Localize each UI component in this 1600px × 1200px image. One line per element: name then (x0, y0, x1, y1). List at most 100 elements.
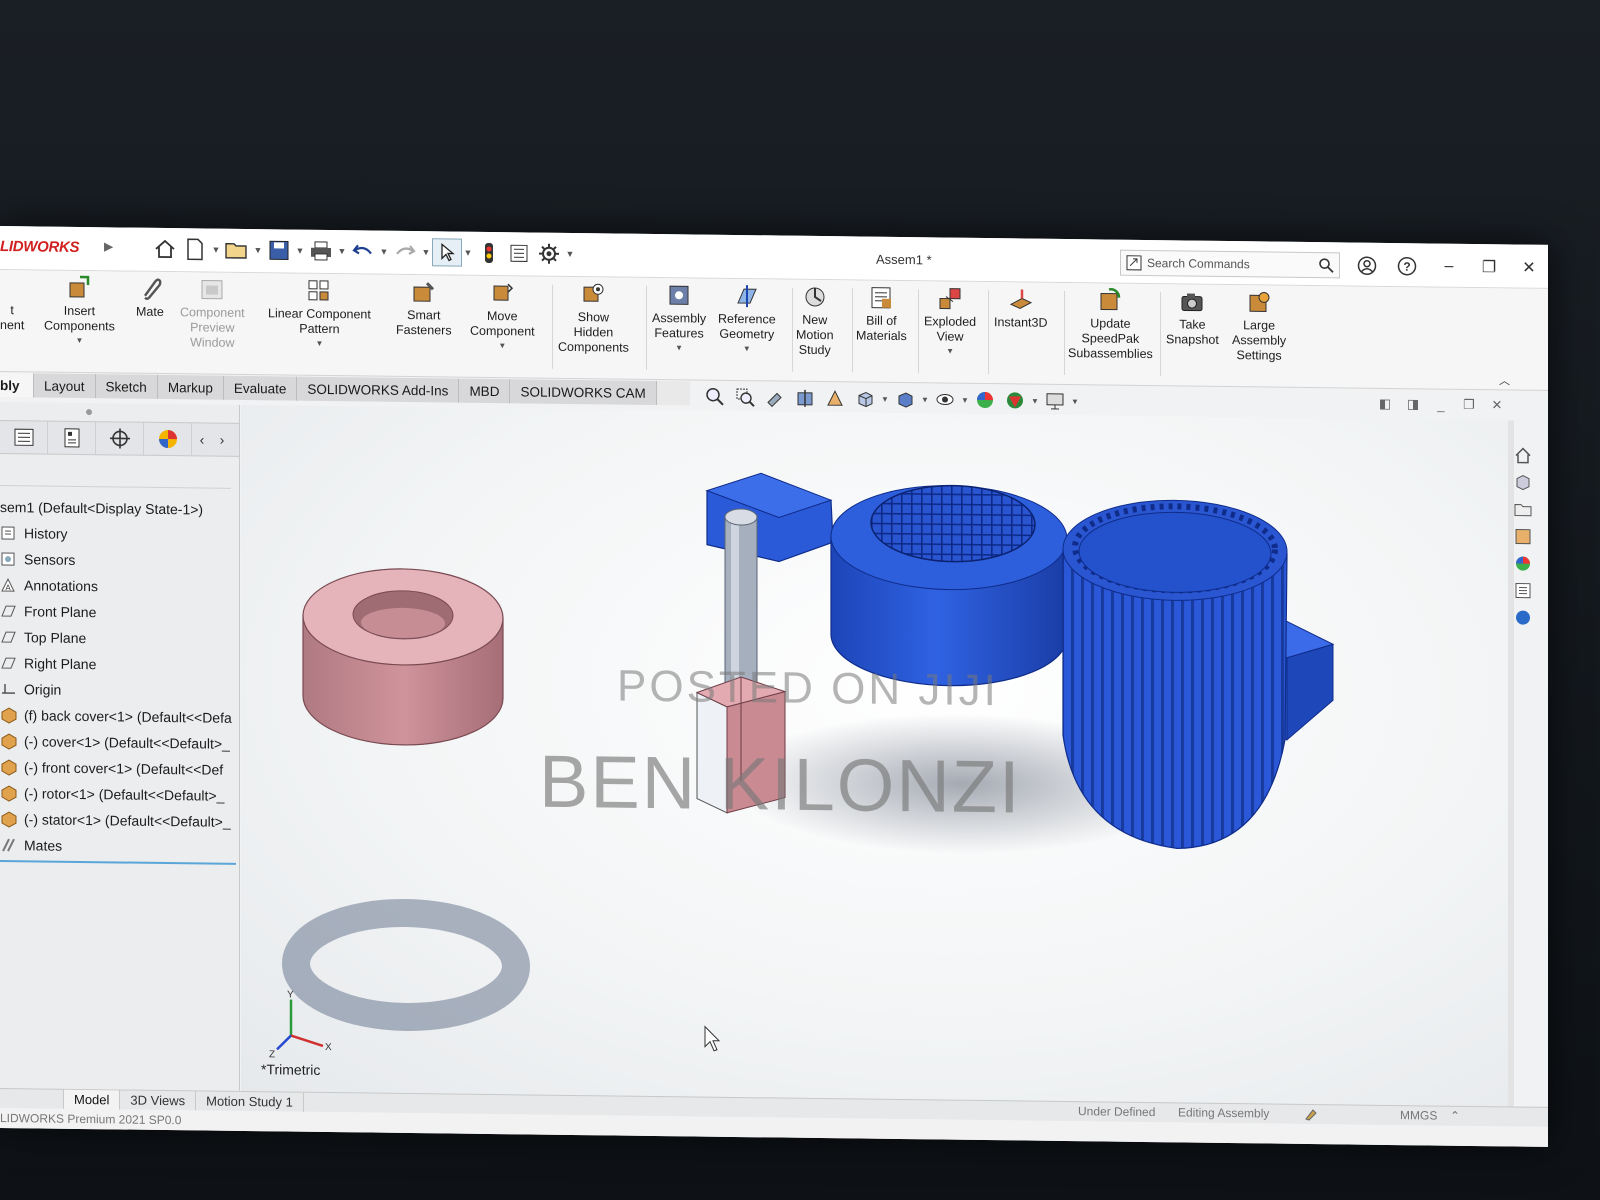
search-commands[interactable]: Search Commands (1120, 249, 1340, 279)
redo-icon[interactable] (390, 238, 420, 266)
tree-component-cover[interactable]: (-) cover<1> (Default<<Default>_ (0, 728, 239, 757)
feature-manager-tab-icon[interactable] (0, 421, 48, 454)
section-view-icon[interactable] (790, 386, 820, 410)
tree-item-history[interactable]: History (0, 520, 239, 549)
split-right-icon[interactable]: ◨ (1402, 395, 1424, 413)
chevron-down-icon[interactable]: ▼ (336, 246, 348, 256)
linear-component-pattern-button[interactable]: Linear Component Pattern ▼ (268, 277, 371, 348)
display-style-icon[interactable] (890, 387, 920, 411)
assembly-features-button[interactable]: Assembly Features ▼ (652, 282, 706, 353)
previous-view-icon[interactable] (760, 385, 790, 409)
design-library-icon[interactable] (1512, 471, 1534, 493)
component-preview-window-button[interactable]: Component Preview Window (180, 276, 245, 351)
tree-component-stator[interactable]: (-) stator<1> (Default<<Default>_ (0, 806, 239, 835)
chevron-down-icon[interactable]: ▼ (378, 247, 390, 257)
chevron-right-icon[interactable]: › (212, 432, 232, 448)
tree-item-sensors[interactable]: Sensors (0, 546, 239, 575)
chevron-down-icon[interactable]: ▼ (75, 336, 83, 345)
app-logo[interactable]: LIDWORKS (0, 238, 79, 256)
tab-layout[interactable]: Layout (34, 373, 96, 399)
user-account-icon[interactable] (1354, 255, 1380, 277)
tree-root-assembly[interactable]: sem1 (Default<Display State-1>) (0, 494, 239, 523)
chevron-down-icon[interactable]: ▼ (743, 344, 751, 353)
large-assembly-settings-button[interactable]: Large Assembly Settings (1232, 289, 1286, 364)
insert-components-button[interactable]: Insert Components ▼ (44, 275, 115, 346)
graphics-viewport[interactable]: Y X Z POSTED ON JIJI BEN KILONZI *Trimet… (241, 404, 1508, 1107)
search-input[interactable]: Search Commands (1147, 256, 1313, 272)
front-cover-part[interactable] (302, 568, 504, 746)
apply-scene-icon[interactable] (1000, 388, 1030, 412)
view-settings-icon[interactable] (1040, 389, 1070, 413)
chevron-down-icon[interactable]: ▼ (946, 347, 954, 356)
select-icon[interactable] (432, 238, 462, 267)
appearances-icon[interactable] (1512, 552, 1534, 574)
bill-of-materials-button[interactable]: Bill of Materials (856, 284, 907, 344)
display-manager-tab-icon[interactable] (144, 422, 192, 456)
open-folder-icon[interactable] (222, 236, 252, 264)
tab-assembly[interactable]: bly (0, 373, 34, 398)
collapse-ribbon-icon[interactable]: ︿ (1499, 372, 1510, 388)
stator-part[interactable] (1062, 499, 1335, 850)
new-motion-study-button[interactable]: New Motion Study (796, 284, 834, 358)
hide-show-items-icon[interactable] (930, 387, 960, 411)
exploded-view-button[interactable]: Exploded View ▼ (924, 285, 976, 356)
rebuild-icon[interactable] (474, 239, 504, 267)
tree-filter[interactable] (0, 458, 231, 489)
custom-properties-icon[interactable] (1512, 579, 1534, 601)
chevron-down-icon[interactable]: ▼ (920, 395, 930, 404)
tree-rollback-bar[interactable] (0, 860, 236, 865)
chevron-down-icon[interactable]: ▼ (252, 245, 264, 255)
tree-item-annotations[interactable]: A Annotations (0, 572, 239, 601)
home-icon[interactable] (150, 235, 180, 263)
ribbon-item-partial[interactable]: t nent (0, 274, 26, 333)
rebuild-status-icon[interactable] (1304, 1107, 1318, 1124)
tab-mbd[interactable]: MBD (459, 378, 511, 404)
tree-component-back-cover[interactable]: (f) back cover<1> (Default<<Defa (0, 702, 239, 731)
zoom-to-fit-icon[interactable] (700, 385, 730, 409)
restore-icon[interactable]: ❐ (1476, 256, 1502, 278)
tab-solidworks-cam[interactable]: SOLIDWORKS CAM (510, 379, 657, 406)
solidworks-forum-icon[interactable] (1512, 606, 1534, 628)
print-icon[interactable] (306, 237, 336, 265)
chevron-down-icon[interactable]: ▼ (420, 247, 432, 257)
tree-item-origin[interactable]: Origin (0, 676, 239, 705)
tab-markup[interactable]: Markup (157, 374, 224, 400)
tab-model[interactable]: Model (64, 1089, 121, 1110)
view-orientation-icon[interactable] (850, 386, 880, 410)
chevron-down-icon[interactable]: ▼ (1070, 397, 1080, 406)
chevron-down-icon[interactable]: ▼ (462, 248, 474, 258)
tree-item-right-plane[interactable]: Right Plane (0, 650, 239, 679)
show-hidden-components-button[interactable]: Show Hidden Components (558, 281, 629, 356)
move-component-button[interactable]: Move Component ▼ (470, 280, 535, 351)
tree-item-top-plane[interactable]: Top Plane (0, 624, 239, 653)
chevron-down-icon[interactable]: ▼ (210, 245, 222, 255)
zoom-to-area-icon[interactable] (730, 385, 760, 409)
tab-motion-study-1[interactable]: Motion Study 1 (196, 1090, 304, 1113)
view-palette-icon[interactable] (1512, 525, 1534, 547)
doc-minimize-icon[interactable]: _ (1430, 395, 1452, 413)
solidworks-resources-icon[interactable] (1512, 444, 1534, 466)
tree-component-front-cover[interactable]: (-) front cover<1> (Default<<Def (0, 754, 239, 783)
minimize-icon[interactable]: – (1436, 256, 1462, 278)
tree-item-front-plane[interactable]: Front Plane (0, 598, 239, 627)
back-cover-part[interactable] (830, 484, 1068, 687)
doc-restore-icon[interactable]: ❐ (1458, 396, 1480, 414)
close-icon[interactable]: ✕ (1516, 257, 1542, 279)
save-icon[interactable] (264, 236, 294, 264)
new-document-icon[interactable] (180, 235, 210, 263)
property-manager-tab-icon[interactable] (48, 421, 96, 455)
tab-evaluate[interactable]: Evaluate (223, 375, 298, 401)
edit-appearance-icon[interactable] (970, 388, 1000, 412)
undo-icon[interactable] (348, 237, 378, 265)
tab-3d-views[interactable]: 3D Views (120, 1089, 197, 1111)
menu-expand-icon[interactable]: ▶ (104, 239, 113, 253)
instant3d-button[interactable]: Instant3D (994, 286, 1048, 331)
options-icon[interactable] (534, 240, 564, 268)
search-icon[interactable] (1313, 257, 1339, 273)
chevron-left-icon[interactable]: ‹ (192, 431, 212, 447)
chevron-down-icon[interactable]: ▼ (294, 246, 306, 256)
update-speedpak-button[interactable]: Update SpeedPak Subassemblies (1068, 287, 1153, 362)
take-snapshot-button[interactable]: Take Snapshot (1166, 288, 1219, 348)
chevron-down-icon[interactable]: ▼ (675, 343, 683, 352)
dynamic-annotation-icon[interactable] (820, 386, 850, 410)
